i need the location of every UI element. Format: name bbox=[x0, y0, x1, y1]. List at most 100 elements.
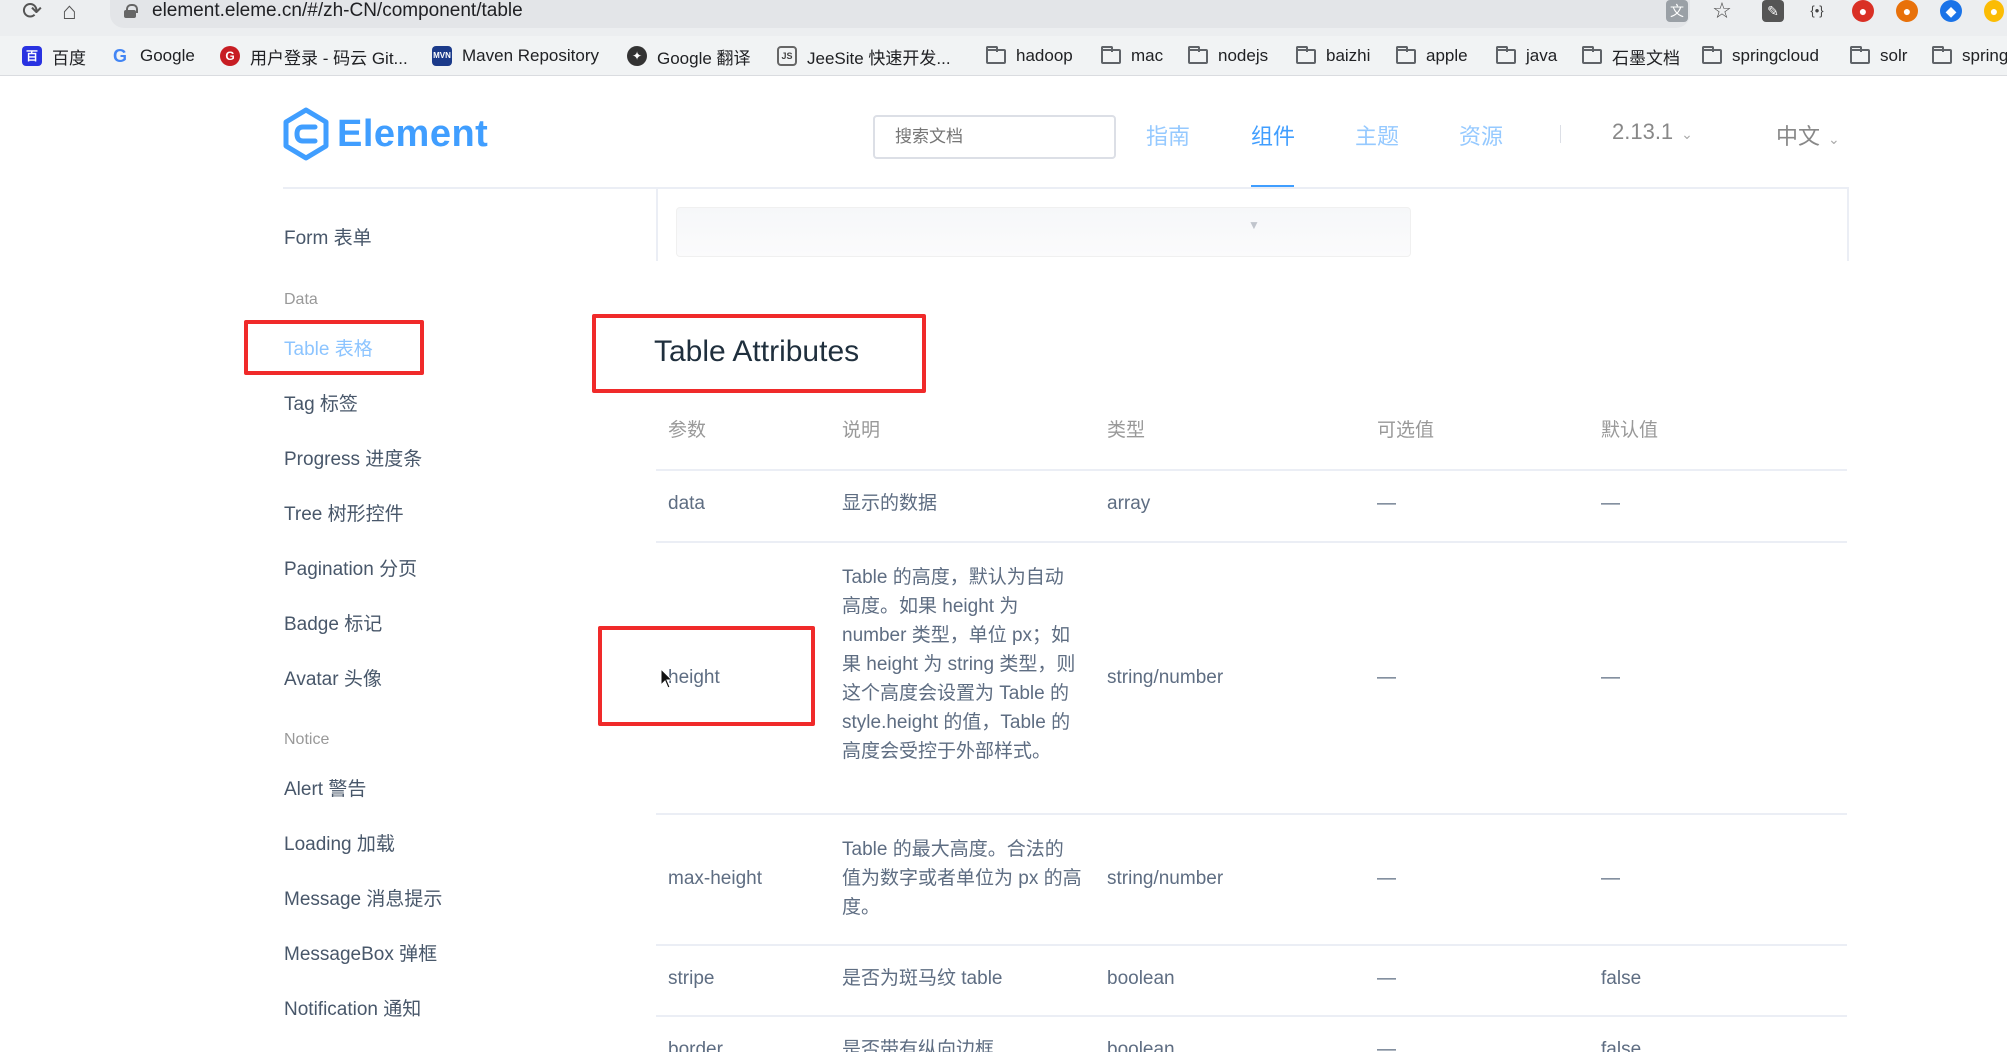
nav-theme[interactable]: 主题 bbox=[1355, 119, 1399, 151]
folder-icon bbox=[1396, 45, 1416, 64]
bookmark-google[interactable]: G Google bbox=[110, 44, 195, 68]
bookmark-jeesite[interactable]: JS JeeSite 快速开发... bbox=[777, 44, 951, 68]
element-logo[interactable]: Element bbox=[283, 107, 488, 161]
bookmark-google-translate[interactable]: ✦ Google 翻译 bbox=[627, 44, 751, 68]
desc-cell: 显示的数据 bbox=[842, 493, 938, 514]
demo-select[interactable] bbox=[676, 207, 1411, 257]
nav-guide[interactable]: 指南 bbox=[1146, 119, 1190, 151]
folder-icon bbox=[986, 45, 1006, 64]
nav-resource[interactable]: 资源 bbox=[1459, 119, 1503, 151]
sidebar-group-data: Data bbox=[284, 291, 318, 308]
default-cell: false bbox=[1601, 1039, 1642, 1052]
attributes-table: 参数 说明 类型 可选值 默认值 data 显示的数据 array — — he… bbox=[656, 401, 1847, 1052]
options-cell: — bbox=[1377, 493, 1396, 514]
type-cell: boolean bbox=[1107, 968, 1175, 989]
maven-icon: MVN bbox=[432, 46, 452, 66]
param-cell: border bbox=[668, 1039, 723, 1052]
column-header: 默认值 bbox=[1601, 420, 1659, 441]
caret-down-icon: ▼ bbox=[1248, 218, 1260, 232]
options-cell: — bbox=[1377, 1039, 1396, 1052]
bookmark-star-icon[interactable]: ☆ bbox=[1711, 0, 1733, 22]
bookmark-folder-java[interactable]: java bbox=[1496, 44, 1557, 68]
options-cell: — bbox=[1377, 968, 1396, 989]
sidebar-item-notification[interactable]: Notification 通知 bbox=[284, 994, 421, 1021]
sidebar-item-progress[interactable]: Progress 进度条 bbox=[284, 444, 422, 471]
gitee-icon: G bbox=[220, 46, 240, 66]
sidebar-item-form[interactable]: Form 表单 bbox=[284, 223, 372, 250]
bookmark-baidu[interactable]: 百百度 bbox=[22, 44, 86, 68]
bookmark-maven[interactable]: MVN Maven Repository bbox=[432, 44, 599, 68]
translate-icon[interactable]: 文 bbox=[1666, 0, 1688, 22]
extension-red-icon[interactable]: ● bbox=[1852, 0, 1874, 22]
desc-cell: 是否带有纵向边框 bbox=[842, 1039, 995, 1052]
default-cell: — bbox=[1601, 493, 1620, 514]
param-cell: max-height bbox=[668, 868, 762, 889]
home-icon[interactable]: ⌂ bbox=[62, 0, 77, 24]
folder-icon bbox=[1296, 45, 1316, 64]
column-header: 可选值 bbox=[1377, 420, 1435, 441]
extension-orange-icon[interactable]: ● bbox=[1896, 0, 1918, 22]
bookmark-folder-baizhi[interactable]: baizhi bbox=[1296, 44, 1370, 68]
sidebar-item-loading[interactable]: Loading 加载 bbox=[284, 829, 395, 856]
sidebar-item-message[interactable]: Message 消息提示 bbox=[284, 884, 442, 911]
desc-cell: Table 的高度，默认为自动高度。如果 height 为 number 类型，… bbox=[842, 567, 1076, 762]
baidu-icon: 百 bbox=[22, 46, 42, 66]
sidebar-group-notice: Notice bbox=[284, 731, 330, 748]
bookmark-folder-apple[interactable]: apple bbox=[1396, 44, 1468, 68]
type-cell: string/number bbox=[1107, 868, 1224, 889]
bookmark-folder-hadoop[interactable]: hadoop bbox=[986, 44, 1073, 68]
param-cell: data bbox=[668, 493, 705, 514]
table-row: max-height Table 的最大高度。合法的值为数字或者单位为 px 的… bbox=[656, 815, 1847, 946]
sidebar-item-alert[interactable]: Alert 警告 bbox=[284, 774, 366, 801]
options-cell: — bbox=[1377, 667, 1396, 688]
bookmark-folder-solr[interactable]: solr bbox=[1850, 44, 1907, 68]
extension-json-icon[interactable]: {•} bbox=[1806, 0, 1828, 22]
version-select[interactable]: 2.13.1 ⌄ bbox=[1612, 119, 1693, 145]
param-cell: stripe bbox=[668, 968, 715, 989]
table-row: border 是否带有纵向边框 boolean — false bbox=[656, 1017, 1847, 1052]
sidebar-item-pagination[interactable]: Pagination 分页 bbox=[284, 554, 417, 581]
highlight-box-sidebar-table bbox=[244, 320, 424, 375]
bookmarks-bar: 百百度 G Google G 用户登录 - 码云 Git... MVN Maven R… bbox=[0, 36, 2007, 76]
element-logo-icon bbox=[283, 107, 329, 161]
extension-yellow-icon[interactable]: ● bbox=[1984, 0, 2004, 22]
reload-icon[interactable]: ⟳ bbox=[22, 0, 42, 24]
bookmark-folder-spring[interactable]: spring bbox=[1932, 44, 2007, 68]
browser-toolbar: ⟳ ⌂ element.eleme.cn/#/zh-CN/component/t… bbox=[0, 0, 2007, 36]
language-select[interactable]: 中文 ⌄ bbox=[1776, 119, 1840, 151]
extension-blue-icon[interactable]: ◆ bbox=[1940, 0, 1962, 22]
column-header: 参数 bbox=[668, 420, 707, 441]
folder-icon bbox=[1188, 45, 1208, 64]
nav-component[interactable]: 组件 bbox=[1251, 119, 1295, 151]
table-row: stripe 是否为斑马纹 table boolean — false bbox=[656, 946, 1847, 1017]
type-cell: boolean bbox=[1107, 1039, 1175, 1052]
url-text[interactable]: element.eleme.cn/#/zh-CN/component/table bbox=[152, 0, 523, 22]
column-header: 类型 bbox=[1107, 420, 1146, 441]
folder-icon bbox=[1101, 45, 1121, 64]
bookmark-folder-shimo[interactable]: 石墨文档 bbox=[1582, 44, 1680, 68]
highlight-box-height-param bbox=[598, 626, 815, 726]
folder-icon bbox=[1496, 45, 1516, 64]
bookmark-gitee[interactable]: G 用户登录 - 码云 Git... bbox=[220, 44, 408, 68]
sidebar-item-tree[interactable]: Tree 树形控件 bbox=[284, 499, 404, 526]
desc-cell: Table 的最大高度。合法的值为数字或者单位为 px 的高度。 bbox=[842, 839, 1082, 918]
default-cell: — bbox=[1601, 868, 1620, 889]
bookmark-folder-mac[interactable]: mac bbox=[1101, 44, 1163, 68]
sidebar-item-avatar[interactable]: Avatar 头像 bbox=[284, 664, 382, 691]
jeesite-icon: JS bbox=[777, 46, 797, 66]
sidebar-item-messagebox[interactable]: MessageBox 弹框 bbox=[284, 939, 437, 966]
folder-icon bbox=[1932, 45, 1952, 64]
options-cell: — bbox=[1377, 868, 1396, 889]
default-cell: false bbox=[1601, 968, 1642, 989]
bookmark-folder-nodejs[interactable]: nodejs bbox=[1188, 44, 1268, 68]
sidebar-item-badge[interactable]: Badge 标记 bbox=[284, 609, 382, 636]
search-input[interactable] bbox=[873, 115, 1116, 159]
nav-divider bbox=[1560, 125, 1561, 143]
type-cell: array bbox=[1107, 493, 1151, 514]
extension-icon[interactable]: ✎ bbox=[1762, 0, 1784, 22]
table-row: data 显示的数据 array — — bbox=[656, 471, 1847, 543]
desc-cell: 是否为斑马纹 table bbox=[842, 968, 1003, 989]
bookmark-folder-springcloud[interactable]: springcloud bbox=[1702, 44, 1819, 68]
mouse-cursor-icon bbox=[660, 668, 672, 689]
sidebar-item-tag[interactable]: Tag 标签 bbox=[284, 389, 358, 416]
